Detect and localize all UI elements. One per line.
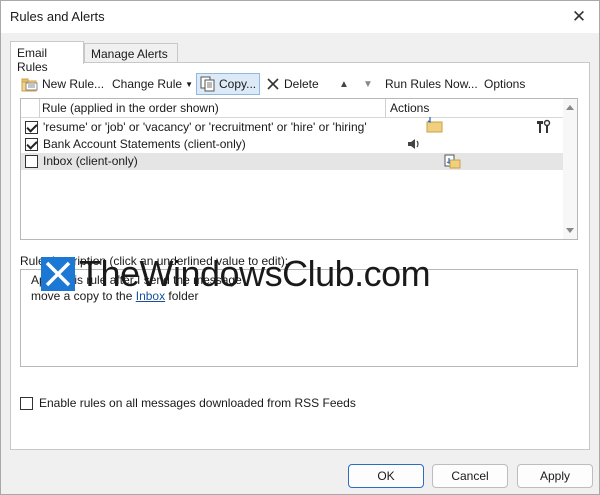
rules-and-alerts-window: Rules and Alerts ✕ Email Rules Manage Al…: [0, 0, 600, 495]
watermark: TheWindowsClub.com: [41, 253, 431, 294]
delete-button[interactable]: Delete: [266, 73, 319, 95]
speaker-icon: [408, 139, 419, 149]
header-separator: [385, 99, 386, 118]
rules-list-scrollbar[interactable]: [563, 99, 577, 239]
run-rules-now-button[interactable]: Run Rules Now...: [385, 73, 478, 95]
rules-list: Rule (applied in the order shown) Action…: [20, 98, 578, 240]
new-rule-button[interactable]: New Rule...: [21, 73, 104, 95]
delete-icon: [267, 78, 279, 90]
change-rule-button[interactable]: Change Rule ▼: [112, 73, 193, 95]
tab-email-rules[interactable]: Email Rules: [10, 41, 84, 74]
delete-label: Delete: [284, 77, 319, 91]
change-rule-label: Change Rule: [112, 77, 183, 91]
copy-button[interactable]: Copy...: [196, 73, 261, 95]
column-header-actions[interactable]: Actions: [390, 101, 429, 115]
cancel-button[interactable]: Cancel: [432, 464, 508, 488]
options-label: Options: [484, 77, 526, 91]
move-up-button[interactable]: ▲: [339, 73, 349, 95]
scroll-up-icon[interactable]: [566, 105, 574, 110]
triangle-down-icon: ▼: [363, 78, 373, 90]
rule-name: Bank Account Statements (client-only): [43, 137, 246, 151]
rss-rules-label: Enable rules on all messages downloaded …: [39, 396, 356, 410]
copy-icon: [200, 76, 215, 92]
new-rule-label: New Rule...: [42, 77, 105, 91]
window-title: Rules and Alerts: [10, 9, 105, 24]
windows-logo-icon: [41, 257, 75, 291]
rule-name: Inbox (client-only): [43, 154, 138, 168]
rule-enabled-checkbox[interactable]: [25, 121, 38, 134]
apply-button[interactable]: Apply: [517, 464, 593, 488]
copy-label: Copy...: [219, 77, 257, 91]
tools-icon: [537, 119, 551, 133]
copy-to-folder-icon: [444, 154, 461, 169]
rule-row[interactable]: 'resume' or 'job' or 'vacancy' or 'recru…: [21, 117, 564, 136]
close-icon: ✕: [571, 7, 587, 26]
header-separator: [39, 99, 40, 118]
rules-toolbar: New Rule... Change Rule ▼ Copy... Delete…: [21, 73, 581, 95]
rule-row[interactable]: Bank Account Statements (client-only): [21, 136, 564, 153]
rule-row[interactable]: Inbox (client-only): [21, 153, 564, 170]
rss-option[interactable]: Enable rules on all messages downloaded …: [20, 396, 356, 410]
triangle-up-icon: ▲: [339, 78, 349, 90]
chevron-down-icon: ▼: [185, 79, 193, 89]
run-rules-now-label: Run Rules Now...: [385, 77, 478, 91]
new-rule-icon: [21, 78, 38, 92]
rule-name: 'resume' or 'job' or 'vacancy' or 'recru…: [43, 120, 367, 134]
move-to-folder-icon: [426, 117, 443, 133]
scroll-down-icon[interactable]: [566, 228, 574, 233]
rss-rules-checkbox[interactable]: [20, 396, 33, 410]
ok-button[interactable]: OK: [348, 464, 424, 488]
rule-enabled-checkbox[interactable]: [25, 155, 38, 168]
watermark-text: TheWindowsClub.com: [79, 253, 431, 294]
move-down-button[interactable]: ▼: [363, 73, 373, 95]
options-button[interactable]: Options: [484, 73, 525, 95]
close-button[interactable]: ✕: [567, 5, 591, 29]
rule-enabled-checkbox[interactable]: [25, 138, 38, 151]
title-bar: Rules and Alerts ✕: [1, 1, 599, 33]
column-header-rule[interactable]: Rule (applied in the order shown): [42, 101, 219, 115]
tab-manage-alerts[interactable]: Manage Alerts: [84, 43, 178, 63]
rules-list-header: Rule (applied in the order shown) Action…: [21, 99, 564, 118]
